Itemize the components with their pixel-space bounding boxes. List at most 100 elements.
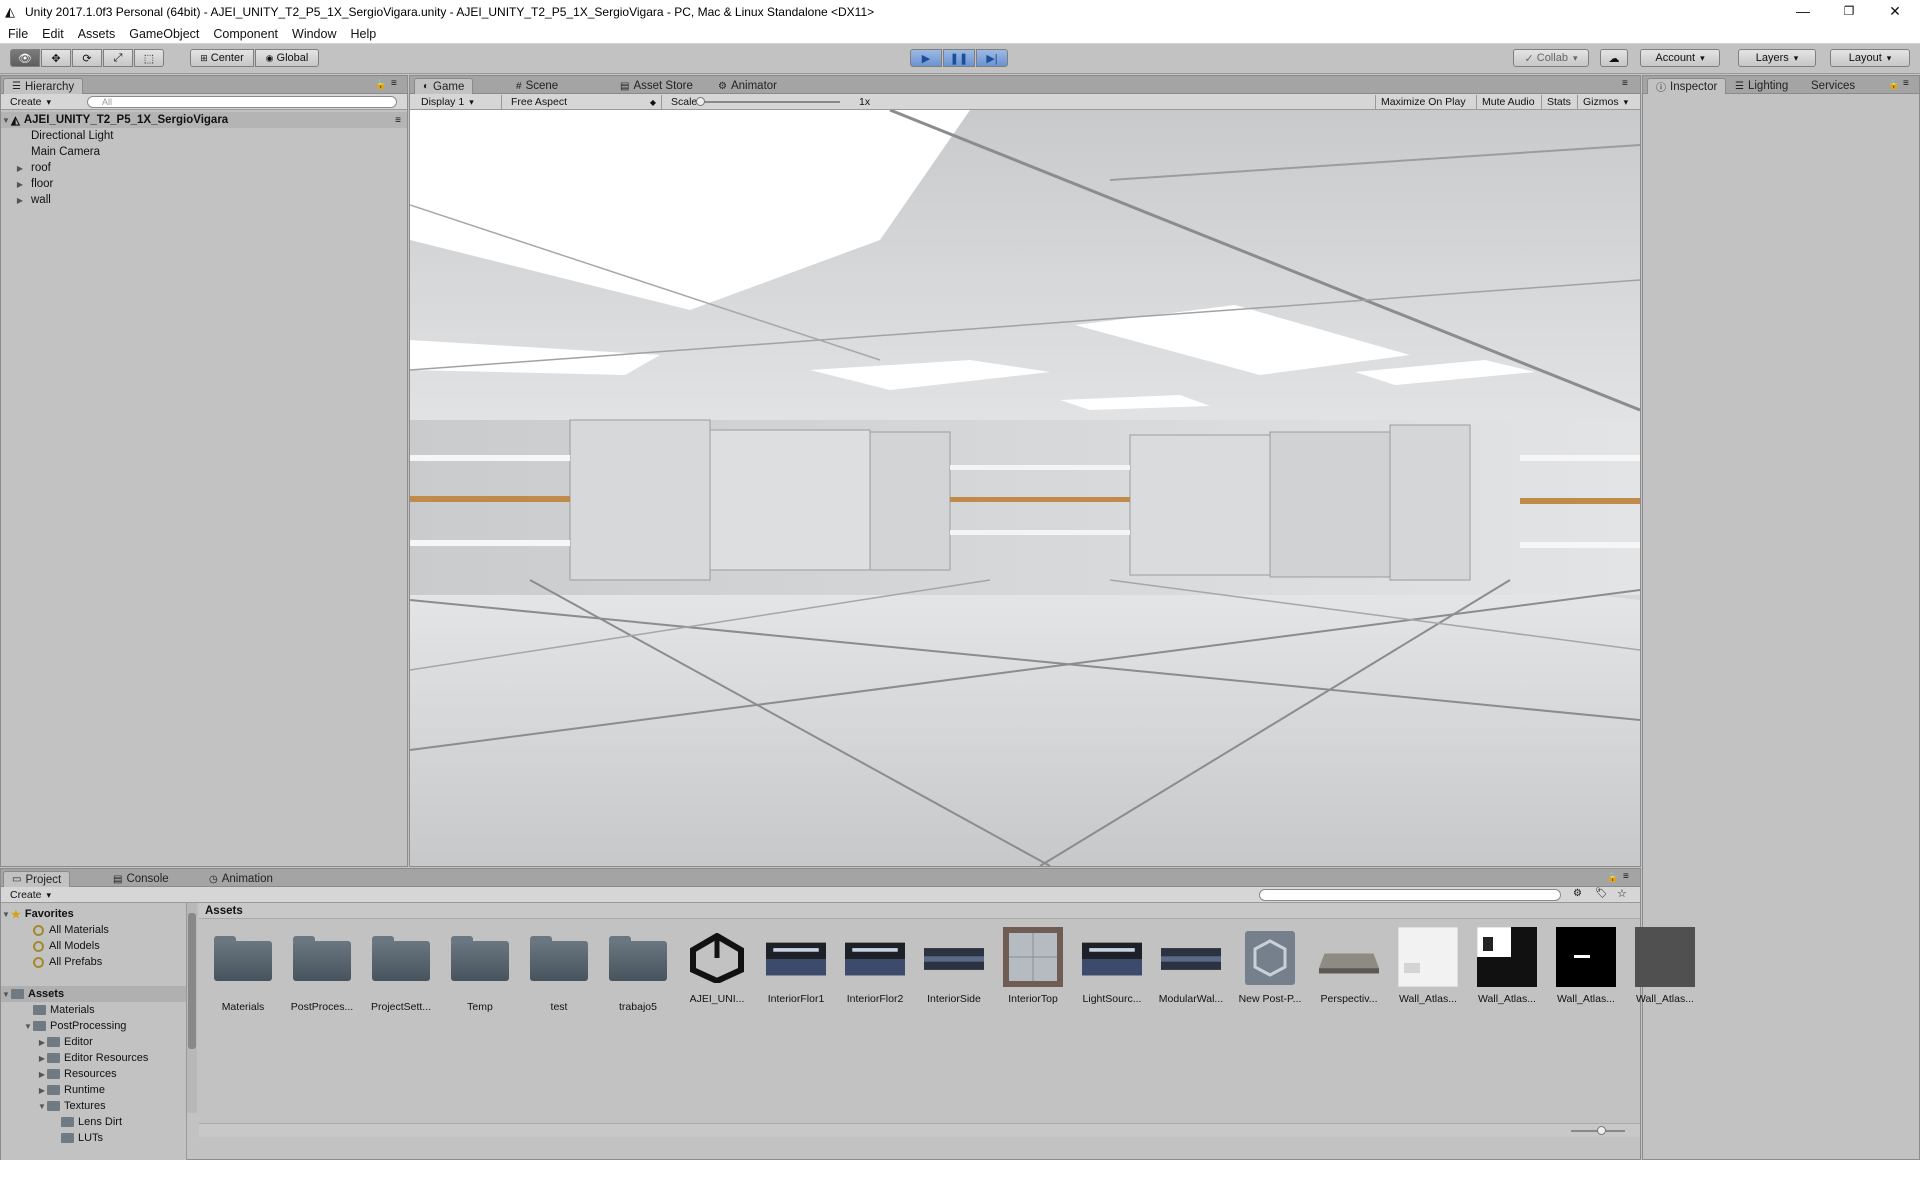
favorite-item[interactable]: All Models	[33, 938, 100, 954]
pivot-global-button[interactable]: ◉ Global	[255, 49, 319, 67]
tree-item[interactable]: ▼ PostProcessing	[23, 1018, 126, 1034]
tab-hierarchy[interactable]: ☰ Hierarchy	[3, 78, 84, 94]
tree-item[interactable]: LUTs	[51, 1130, 103, 1146]
menu-component[interactable]: Component	[213, 27, 278, 41]
expand-arrow-icon[interactable]: ▶	[15, 164, 25, 173]
hierarchy-item[interactable]: Main Camera	[1, 144, 407, 160]
maximize-icon[interactable]: ❐	[1826, 0, 1872, 22]
game-viewport-render[interactable]	[410, 110, 1640, 866]
favorite-item[interactable]: All Materials	[33, 922, 109, 938]
tree-item[interactable]: ▶ Resources	[37, 1066, 117, 1082]
menu-assets[interactable]: Assets	[78, 27, 116, 41]
hierarchy-item[interactable]: Directional Light	[1, 128, 407, 144]
expand-arrow-icon[interactable]: ▼	[1, 116, 11, 125]
panel-menu-icon[interactable]: ≡	[1623, 871, 1629, 882]
hierarchy-item[interactable]: ▶ floor	[1, 176, 407, 192]
scene-root-row[interactable]: ▼ ◭ AJEI_UNITY_T2_P5_1X_SergioVigara ≡	[1, 112, 407, 128]
tab-scene[interactable]: # Scene	[508, 78, 566, 94]
tree-item[interactable]: ▼ Textures	[37, 1098, 106, 1114]
asset-item-bar[interactable]: ModularWal...	[1153, 933, 1229, 1005]
hierarchy-item[interactable]: ▶ wall	[1, 192, 407, 208]
expand-arrow-icon[interactable]: ▼	[1, 990, 11, 999]
menu-window[interactable]: Window	[292, 27, 336, 41]
tree-scrollbar[interactable]	[187, 903, 197, 1113]
hierarchy-create-dropdown[interactable]: Create	[5, 95, 56, 109]
expand-arrow-icon[interactable]: ▼	[23, 1022, 33, 1031]
close-icon[interactable]: ✕	[1872, 0, 1918, 22]
expand-arrow-icon[interactable]: ▼	[37, 1102, 47, 1111]
asset-item-folder[interactable]: trabajo5	[600, 933, 676, 1013]
favorite-item[interactable]: All Prefabs	[33, 954, 102, 970]
hand-tool-icon[interactable]: 👁	[10, 49, 40, 67]
expand-arrow-icon[interactable]: ▶	[37, 1086, 47, 1095]
asset-item-folder[interactable]: PostProces...	[284, 933, 360, 1013]
asset-item-room[interactable]: InteriorFlor1	[758, 933, 834, 1005]
tab-animation[interactable]: ◷ Animation	[201, 871, 281, 887]
expand-arrow-icon[interactable]: ▶	[15, 180, 25, 189]
asset-item-room[interactable]: InteriorFlor2	[837, 933, 913, 1005]
filter-label-icon[interactable]: 🏷	[1595, 888, 1608, 899]
asset-item-postp[interactable]: New Post-P...	[1232, 931, 1308, 1005]
asset-item-folder[interactable]: test	[521, 933, 597, 1013]
menu-gameobject[interactable]: GameObject	[129, 27, 199, 41]
panel-menu-icon[interactable]: ≡	[1903, 78, 1909, 89]
expand-arrow-icon[interactable]: ▶	[15, 196, 25, 205]
asset-item-atlasbw[interactable]: Wall_Atlas...	[1469, 927, 1545, 1005]
favorites-row[interactable]: ▼ ★ Favorites	[1, 906, 74, 922]
lock-icon[interactable]: 🔒	[1607, 872, 1618, 883]
tree-item[interactable]: ▶ Editor Resources	[37, 1050, 148, 1066]
asset-item-atlasg[interactable]: Wall_Atlas...	[1627, 927, 1703, 1005]
step-button[interactable]: ▶|	[976, 49, 1008, 67]
expand-arrow-icon[interactable]: ▶	[37, 1038, 47, 1047]
scene-menu-icon[interactable]: ≡	[395, 115, 401, 126]
scale-slider[interactable]	[696, 97, 840, 106]
pause-button[interactable]: ❚❚	[943, 49, 975, 67]
maximize-on-play-toggle[interactable]: Maximize On Play	[1375, 95, 1471, 109]
asset-item-unity[interactable]: AJEI_UNI...	[679, 933, 755, 1005]
hierarchy-item[interactable]: ▶ roof	[1, 160, 407, 176]
thumbnail-size-handle[interactable]	[1597, 1126, 1606, 1135]
lock-icon[interactable]: 🔒	[375, 79, 386, 90]
account-dropdown[interactable]: Account	[1640, 49, 1720, 67]
tree-item[interactable]: Lens Dirt	[51, 1114, 122, 1130]
asset-item-folder[interactable]: ProjectSett...	[363, 933, 439, 1013]
asset-item-room[interactable]: LightSourc...	[1074, 933, 1150, 1005]
project-search-input[interactable]	[1259, 889, 1561, 901]
panel-menu-icon[interactable]: ≡	[391, 78, 397, 89]
collab-button[interactable]: ✓ Collab	[1513, 49, 1589, 67]
tab-inspector[interactable]: ⓘ Inspector	[1647, 78, 1727, 94]
asset-item-top[interactable]: InteriorTop	[995, 927, 1071, 1005]
asset-item-persp[interactable]: Perspectiv...	[1311, 933, 1387, 1005]
tree-scrollbar-thumb[interactable]	[188, 913, 196, 1049]
asset-item-bar[interactable]: InteriorSide	[916, 933, 992, 1005]
tab-animator[interactable]: ⚙ Animator	[710, 78, 785, 94]
tab-console[interactable]: ▤ Console	[105, 871, 177, 887]
tab-lighting[interactable]: ☰ Lighting	[1727, 78, 1796, 94]
expand-arrow-icon[interactable]: ▶	[37, 1054, 47, 1063]
filter-type-icon[interactable]: ⚙	[1573, 888, 1582, 899]
menu-help[interactable]: Help	[350, 27, 376, 41]
stats-toggle[interactable]: Stats	[1541, 95, 1576, 109]
aspect-dropdown[interactable]: Free Aspect ◆	[506, 95, 662, 109]
rect-tool-icon[interactable]: ⬚	[134, 49, 164, 67]
tab-game[interactable]: ◐ Game	[414, 78, 474, 94]
rotate-tool-icon[interactable]: ⟳	[72, 49, 102, 67]
tab-asset-store[interactable]: ▤ Asset Store	[612, 78, 701, 94]
layout-dropdown[interactable]: Layout	[1830, 49, 1910, 67]
tree-item[interactable]: Materials	[23, 1002, 95, 1018]
assets-root-row[interactable]: ▼ Assets	[1, 986, 186, 1002]
display-dropdown[interactable]: Display 1	[416, 95, 502, 109]
tab-services[interactable]: Services	[1803, 78, 1863, 94]
thumbnail-size-slider[interactable]	[1571, 1126, 1625, 1135]
assets-breadcrumb[interactable]: Assets	[199, 903, 1640, 919]
move-tool-icon[interactable]: ✥	[41, 49, 71, 67]
play-button[interactable]: ▶	[910, 49, 942, 67]
asset-item-folder[interactable]: Temp	[442, 933, 518, 1013]
expand-arrow-icon[interactable]: ▶	[37, 1070, 47, 1079]
scale-tool-icon[interactable]: ⤢	[103, 49, 133, 67]
asset-item-folder[interactable]: Materials	[205, 933, 281, 1013]
tree-item[interactable]: ▶ Editor	[37, 1034, 93, 1050]
asset-item-atlasw[interactable]: Wall_Atlas...	[1390, 927, 1466, 1005]
panel-menu-icon[interactable]: ≡	[1622, 78, 1628, 89]
lock-icon[interactable]: 🔒	[1888, 79, 1899, 90]
